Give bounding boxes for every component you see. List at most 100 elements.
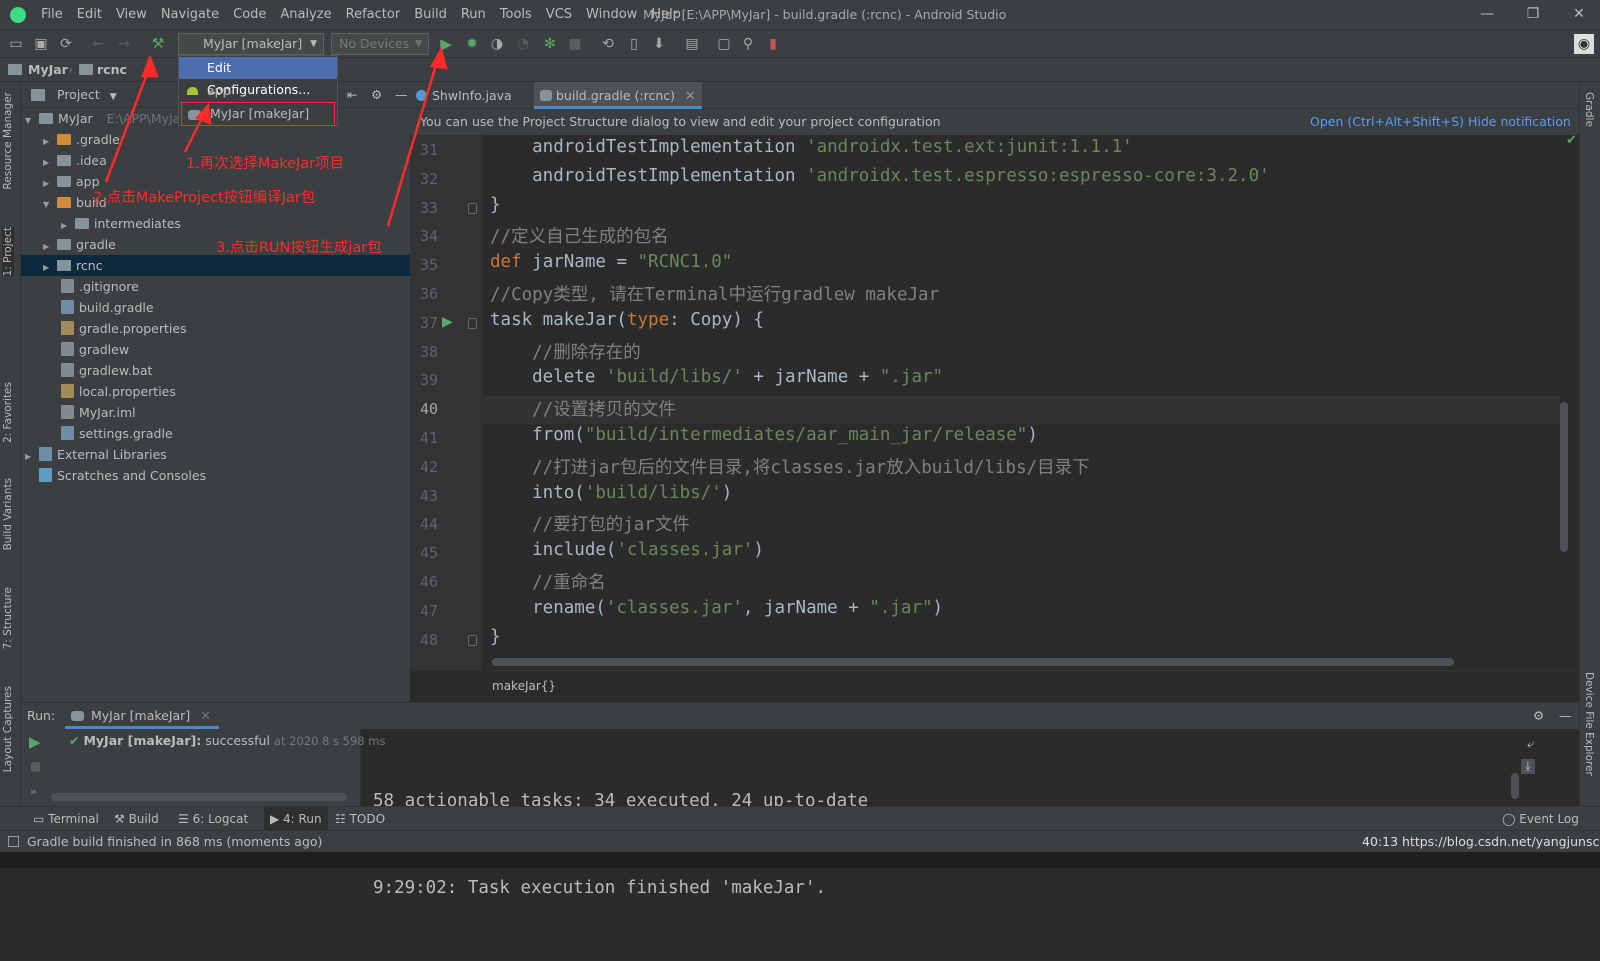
tree-item-myjar-iml[interactable]: MyJar.iml bbox=[61, 402, 136, 423]
gear-icon[interactable]: ⚙ bbox=[371, 82, 382, 108]
soft-wrap-icon[interactable]: ⤶ bbox=[1527, 737, 1534, 752]
project-structure-icon[interactable]: ▤ bbox=[682, 34, 702, 54]
run-tree-hscrollbar[interactable] bbox=[51, 793, 347, 801]
run-task-row[interactable]: ✔ MyJar [makeJar]: successful at 2020 8 … bbox=[69, 731, 385, 751]
collapsed-icon[interactable]: ▶ bbox=[43, 173, 57, 194]
code-line[interactable]: //删除存在的 bbox=[490, 339, 641, 364]
dropdown-item-makejar[interactable]: MyJar [makeJar] bbox=[181, 102, 335, 126]
edit-configurations-item[interactable]: Edit Configurations... bbox=[179, 57, 337, 97]
favorites-tab[interactable]: 2: Favorites bbox=[2, 382, 14, 443]
tree-item-scratches[interactable]: Scratches and Consoles bbox=[39, 465, 206, 486]
save-icon[interactable]: ▣ bbox=[31, 34, 51, 54]
code-line[interactable]: task makeJar(type: Copy) { bbox=[490, 310, 764, 330]
build-tab[interactable]: ⚒ Build bbox=[114, 807, 159, 831]
code-line[interactable]: androidTestImplementation 'androidx.test… bbox=[490, 137, 1133, 157]
tree-item-rcnc[interactable]: ▶ rcnc bbox=[21, 255, 410, 276]
run-tab-myjar[interactable]: MyJar [makeJar] ✕ bbox=[65, 703, 219, 729]
menu-edit[interactable]: Edit bbox=[70, 0, 109, 29]
collapsed-icon[interactable]: ▶ bbox=[43, 131, 57, 152]
code-line[interactable]: } bbox=[490, 195, 501, 215]
todo-tab[interactable]: ☷ TODO bbox=[335, 807, 385, 831]
gear-icon[interactable]: ⚙ bbox=[1533, 703, 1544, 729]
code-line[interactable]: //要打包的jar文件 bbox=[490, 511, 690, 536]
console-scrollbar[interactable] bbox=[1511, 773, 1519, 799]
status-message[interactable]: Gradle build finished in 868 ms (moments… bbox=[27, 831, 322, 853]
menu-vcs[interactable]: VCS bbox=[539, 0, 579, 29]
status-toggle-icon[interactable] bbox=[8, 836, 19, 847]
stop-icon[interactable]: ■ bbox=[30, 759, 41, 773]
editor-scrollbar[interactable] bbox=[1560, 402, 1568, 552]
tree-item-app[interactable]: ▶ app bbox=[43, 171, 100, 192]
stop-icon[interactable]: ■ bbox=[565, 34, 585, 54]
code-line[interactable]: include('classes.jar') bbox=[490, 540, 764, 560]
run-icon[interactable]: ▶ bbox=[436, 34, 456, 54]
terminal-tab[interactable]: ▭ Terminal bbox=[33, 807, 99, 831]
menu-analyze[interactable]: Analyze bbox=[273, 0, 338, 29]
tree-item-build-gradle[interactable]: build.gradle bbox=[61, 297, 154, 318]
minimize-icon[interactable]: — bbox=[1464, 0, 1510, 29]
code-line[interactable]: delete 'build/libs/' + jarName + ".jar" bbox=[490, 367, 943, 387]
collapse-all-icon[interactable]: ⇤ bbox=[347, 82, 357, 108]
menu-refactor[interactable]: Refactor bbox=[339, 0, 408, 29]
profile-icon[interactable]: ◔ bbox=[513, 34, 533, 54]
menu-build[interactable]: Build bbox=[407, 0, 454, 29]
tree-item-gradle-properties[interactable]: gradle.properties bbox=[61, 318, 187, 339]
code-line[interactable]: //打进jar包后的文件目录,将classes.jar放入build/libs/… bbox=[490, 454, 1090, 479]
code-line[interactable]: //设置拷贝的文件 bbox=[490, 396, 676, 421]
breadcrumb-rcnc[interactable]: rcnc bbox=[97, 58, 127, 82]
hide-panel-icon[interactable]: — bbox=[1559, 703, 1572, 729]
code-line[interactable]: into('build/libs/') bbox=[490, 483, 732, 503]
code-line[interactable]: rename('classes.jar', jarName + ".jar") bbox=[490, 598, 943, 618]
more-icon[interactable]: » bbox=[30, 785, 37, 798]
coverage-icon[interactable]: ◑ bbox=[487, 34, 507, 54]
forward-icon[interactable]: → bbox=[114, 34, 134, 54]
open-project-structure-link[interactable]: Open (Ctrl+Alt+Shift+S) bbox=[1310, 109, 1464, 135]
code-line[interactable]: //定义自己生成的包名 bbox=[490, 223, 669, 248]
menu-file[interactable]: File bbox=[34, 0, 70, 29]
build-variants-tab[interactable]: Build Variants bbox=[2, 478, 14, 550]
hide-panel-icon[interactable]: — bbox=[395, 82, 408, 108]
tree-item-gradle-dir[interactable]: ▶ .gradle bbox=[43, 129, 120, 150]
tree-item-gradlew-bat[interactable]: gradlew.bat bbox=[61, 360, 152, 381]
menu-view[interactable]: View bbox=[109, 0, 154, 29]
avd-manager-icon[interactable]: ▯ bbox=[624, 34, 644, 54]
hide-notification-link[interactable]: Hide notification bbox=[1468, 109, 1571, 135]
tab-build-gradle[interactable]: build.gradle (:rcnc) ✕ bbox=[534, 82, 702, 109]
code-line[interactable]: //Copy类型, 请在Terminal中运行gradlew makeJar bbox=[490, 281, 939, 306]
close-icon[interactable]: ✕ bbox=[1556, 0, 1600, 29]
tree-item-idea[interactable]: ▶ .idea bbox=[43, 150, 107, 171]
collapsed-icon[interactable]: ▶ bbox=[43, 152, 57, 173]
dropdown-item-app[interactable]: app bbox=[179, 80, 337, 102]
sdk-manager-icon[interactable]: ⬇ bbox=[649, 34, 669, 54]
menu-window[interactable]: Window bbox=[579, 0, 644, 29]
tree-item-intermediates[interactable]: ▶ intermediates bbox=[61, 213, 181, 234]
expanded-icon[interactable]: ▼ bbox=[25, 110, 39, 131]
code-line[interactable]: from("build/intermediates/aar_main_jar/r… bbox=[490, 425, 1038, 445]
resource-manager-tab[interactable]: Resource Manager bbox=[2, 92, 14, 190]
menu-tools[interactable]: Tools bbox=[493, 0, 539, 29]
debug-icon[interactable]: ✹ bbox=[462, 34, 482, 54]
device-combo[interactable]: No Devices ▼ bbox=[331, 33, 429, 55]
menu-navigate[interactable]: Navigate bbox=[154, 0, 226, 29]
run-config-combo[interactable]: MyJar [makeJar] ▼ bbox=[178, 33, 324, 55]
device-mirror-icon[interactable]: ▮ bbox=[763, 34, 783, 54]
code-line[interactable]: androidTestImplementation 'androidx.test… bbox=[490, 166, 1270, 186]
collapsed-icon[interactable]: ▶ bbox=[43, 257, 57, 278]
tree-item-local-properties[interactable]: local.properties bbox=[61, 381, 176, 402]
layout-inspector-icon[interactable]: ▢ bbox=[714, 34, 734, 54]
event-log-tab[interactable]: ◯ Event Log bbox=[1502, 807, 1579, 831]
code-line[interactable]: //重命名 bbox=[490, 569, 606, 594]
editor-hscrollbar[interactable] bbox=[492, 658, 1454, 666]
code-area[interactable]: androidTestImplementation 'androidx.test… bbox=[410, 135, 1560, 670]
rerun-icon[interactable]: ▶ bbox=[29, 733, 41, 751]
project-tool-tab[interactable]: 1: Project bbox=[2, 227, 14, 277]
back-icon[interactable]: ← bbox=[88, 34, 108, 54]
tree-item-gradlew[interactable]: gradlew bbox=[61, 339, 129, 360]
layout-captures-tab[interactable]: Layout Captures bbox=[2, 686, 14, 772]
breadcrumb-makejar[interactable]: makeJar{} bbox=[492, 679, 556, 693]
logcat-tab[interactable]: ☰ 6: Logcat bbox=[178, 807, 248, 831]
tree-item-settings-gradle[interactable]: settings.gradle bbox=[61, 423, 173, 444]
code-line[interactable]: def jarName = "RCNC1.0" bbox=[490, 252, 732, 272]
close-tab-icon[interactable]: ✕ bbox=[685, 88, 695, 103]
collapsed-icon[interactable]: ▶ bbox=[43, 236, 57, 257]
